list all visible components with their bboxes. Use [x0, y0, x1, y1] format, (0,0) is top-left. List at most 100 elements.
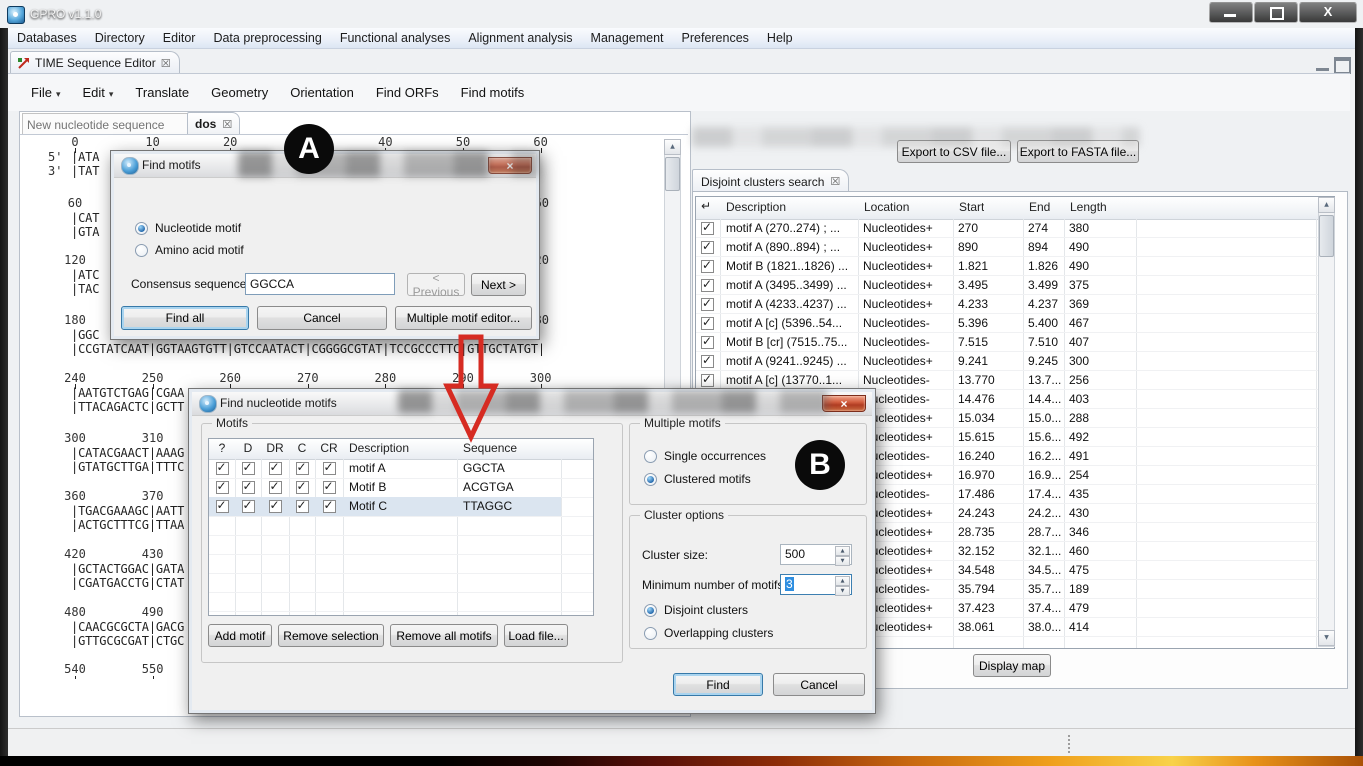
motif-checkbox[interactable] — [296, 500, 309, 513]
amino-acid-motif-radio[interactable] — [135, 244, 148, 257]
menu-item-alignment-analysis[interactable]: Alignment analysis — [459, 29, 581, 47]
menu-item-editor[interactable]: Editor — [154, 29, 205, 47]
editor-scroll-up-icon[interactable]: ▲ — [664, 139, 681, 155]
result-checkbox[interactable] — [701, 298, 714, 311]
spin-up-icon[interactable]: ▲ — [835, 576, 850, 586]
minimize-button[interactable] — [1209, 2, 1253, 23]
find-button[interactable]: Find — [673, 673, 763, 696]
result-checkbox[interactable] — [701, 222, 714, 235]
next-button[interactable]: Next > — [471, 273, 526, 296]
spin-up-icon[interactable]: ▲ — [835, 546, 850, 556]
motif-checkbox[interactable] — [216, 500, 229, 513]
results-scroll-up-icon[interactable]: ▲ — [1318, 197, 1335, 213]
grip-dot[interactable] — [1068, 735, 1070, 737]
spin-down-icon[interactable]: ▼ — [835, 556, 850, 566]
result-checkbox[interactable] — [701, 374, 714, 387]
result-checkbox[interactable] — [701, 241, 714, 254]
results-table-row[interactable]: motif A (9241..9245) ...Nucleotides+9.24… — [696, 352, 1334, 371]
grip-dot[interactable] — [1068, 743, 1070, 745]
disjoint-clusters-radio[interactable] — [644, 604, 657, 617]
previous-button[interactable]: < Previous — [407, 273, 465, 296]
sequence-name-input[interactable] — [22, 113, 194, 136]
menu-item-preferences[interactable]: Preferences — [673, 29, 758, 47]
editor-scroll-thumb[interactable] — [665, 157, 680, 191]
maximize-button[interactable] — [1254, 2, 1298, 23]
menu-item-help[interactable]: Help — [758, 29, 802, 47]
motif-checkbox[interactable] — [216, 462, 229, 475]
nucleotide-motif-radio[interactable] — [135, 222, 148, 235]
motif-checkbox[interactable] — [323, 462, 336, 475]
view-maximize-icon[interactable] — [1334, 57, 1351, 74]
remove-all-motifs-button[interactable]: Remove all motifs — [390, 624, 498, 647]
results-scroll-down-icon[interactable]: ▼ — [1318, 630, 1335, 646]
cancel-button[interactable]: Cancel — [257, 306, 387, 330]
motif-checkbox[interactable] — [269, 462, 282, 475]
motif-checkbox[interactable] — [242, 462, 255, 475]
result-checkbox[interactable] — [701, 355, 714, 368]
results-table-row[interactable]: Motif B (1821..1826) ...Nucleotides+1.82… — [696, 257, 1334, 276]
motif-table-row[interactable]: Motif BACGTGA — [209, 478, 594, 497]
motif-checkbox[interactable] — [323, 481, 336, 494]
motif-checkbox[interactable] — [323, 500, 336, 513]
results-scrollbar[interactable] — [1318, 197, 1335, 647]
menu-item-functional-analyses[interactable]: Functional analyses — [331, 29, 459, 47]
view-minimize-icon[interactable] — [1316, 57, 1329, 71]
menu-item-databases[interactable]: Databases — [8, 29, 86, 47]
tool-item-file[interactable]: File▾ — [22, 82, 69, 103]
grip-dot[interactable] — [1068, 739, 1070, 741]
grip-dot[interactable] — [1068, 751, 1070, 753]
menu-item-management[interactable]: Management — [582, 29, 673, 47]
tool-item-find-motifs[interactable]: Find motifs — [452, 82, 534, 103]
motif-checkbox[interactable] — [296, 462, 309, 475]
clustered-motifs-radio[interactable] — [644, 473, 657, 486]
results-tab-close-icon[interactable]: ☒ — [830, 175, 840, 188]
tool-item-edit[interactable]: Edit▾ — [73, 82, 122, 103]
result-checkbox[interactable] — [701, 279, 714, 292]
motif-table-row[interactable]: Motif CTTAGGC — [209, 497, 594, 516]
tab-close-icon[interactable]: ☒ — [161, 57, 171, 70]
close-button[interactable]: X — [1299, 2, 1357, 23]
results-table-row[interactable]: Motif B [cr] (7515..75...Nucleotides-7.5… — [696, 333, 1334, 352]
cluster-size-spinner[interactable]: 500 ▲▼ — [780, 544, 852, 565]
result-checkbox[interactable] — [701, 336, 714, 349]
menu-item-data-preprocessing[interactable]: Data preprocessing — [204, 29, 330, 47]
grip-dot[interactable] — [1068, 747, 1070, 749]
tab-disjoint-clusters-search[interactable]: Disjoint clusters search ☒ — [692, 169, 849, 193]
results-table-row[interactable]: motif A (890..894) ; ...Nucleotides+8908… — [696, 238, 1334, 257]
spin-down-icon[interactable]: ▼ — [835, 586, 850, 596]
find-nucleotide-motifs-close-button[interactable]: × — [822, 395, 866, 412]
find-all-button[interactable]: Find all — [121, 306, 249, 330]
tab-time-sequence-editor[interactable]: TIME Sequence Editor ☒ — [10, 51, 180, 74]
motif-table-row[interactable]: motif AGGCTA — [209, 459, 594, 478]
results-scroll-thumb[interactable] — [1319, 215, 1334, 257]
minimum-motifs-spinner[interactable]: 3 ▲▼ — [780, 574, 852, 595]
motif-checkbox[interactable] — [242, 481, 255, 494]
results-table-row[interactable]: motif A [c] (5396..54...Nucleotides-5.39… — [696, 314, 1334, 333]
results-table-row[interactable]: motif A (3495..3499) ...Nucleotides+3.49… — [696, 276, 1334, 295]
motif-checkbox[interactable] — [216, 481, 229, 494]
cancel-button[interactable]: Cancel — [773, 673, 865, 696]
tool-item-geometry[interactable]: Geometry — [202, 82, 277, 103]
motif-checkbox[interactable] — [242, 500, 255, 513]
motif-checkbox[interactable] — [296, 481, 309, 494]
results-table-row[interactable]: motif A (4233..4237) ...Nucleotides+4.23… — [696, 295, 1334, 314]
menu-item-directory[interactable]: Directory — [86, 29, 154, 47]
results-table-row[interactable]: motif A (270..274) ; ...Nucleotides+2702… — [696, 219, 1334, 238]
result-checkbox[interactable] — [701, 317, 714, 330]
display-map-button[interactable]: Display map — [973, 654, 1051, 677]
consensus-sequence-input[interactable] — [245, 273, 395, 295]
dos-tab-close-icon[interactable]: ☒ — [222, 118, 232, 131]
multiple-motif-editor-button[interactable]: Multiple motif editor... — [395, 306, 532, 330]
single-occurrences-radio[interactable] — [644, 450, 657, 463]
load-file-button[interactable]: Load file... — [504, 624, 568, 647]
tool-item-find-orfs[interactable]: Find ORFs — [367, 82, 448, 103]
tool-item-translate[interactable]: Translate — [126, 82, 198, 103]
result-checkbox[interactable] — [701, 260, 714, 273]
tab-dos[interactable]: dos ☒ — [187, 112, 240, 136]
tool-item-orientation[interactable]: Orientation — [281, 82, 363, 103]
remove-selection-button[interactable]: Remove selection — [278, 624, 384, 647]
motif-checkbox[interactable] — [269, 481, 282, 494]
overlapping-clusters-radio[interactable] — [644, 627, 657, 640]
add-motif-button[interactable]: Add motif — [208, 624, 272, 647]
motif-checkbox[interactable] — [269, 500, 282, 513]
